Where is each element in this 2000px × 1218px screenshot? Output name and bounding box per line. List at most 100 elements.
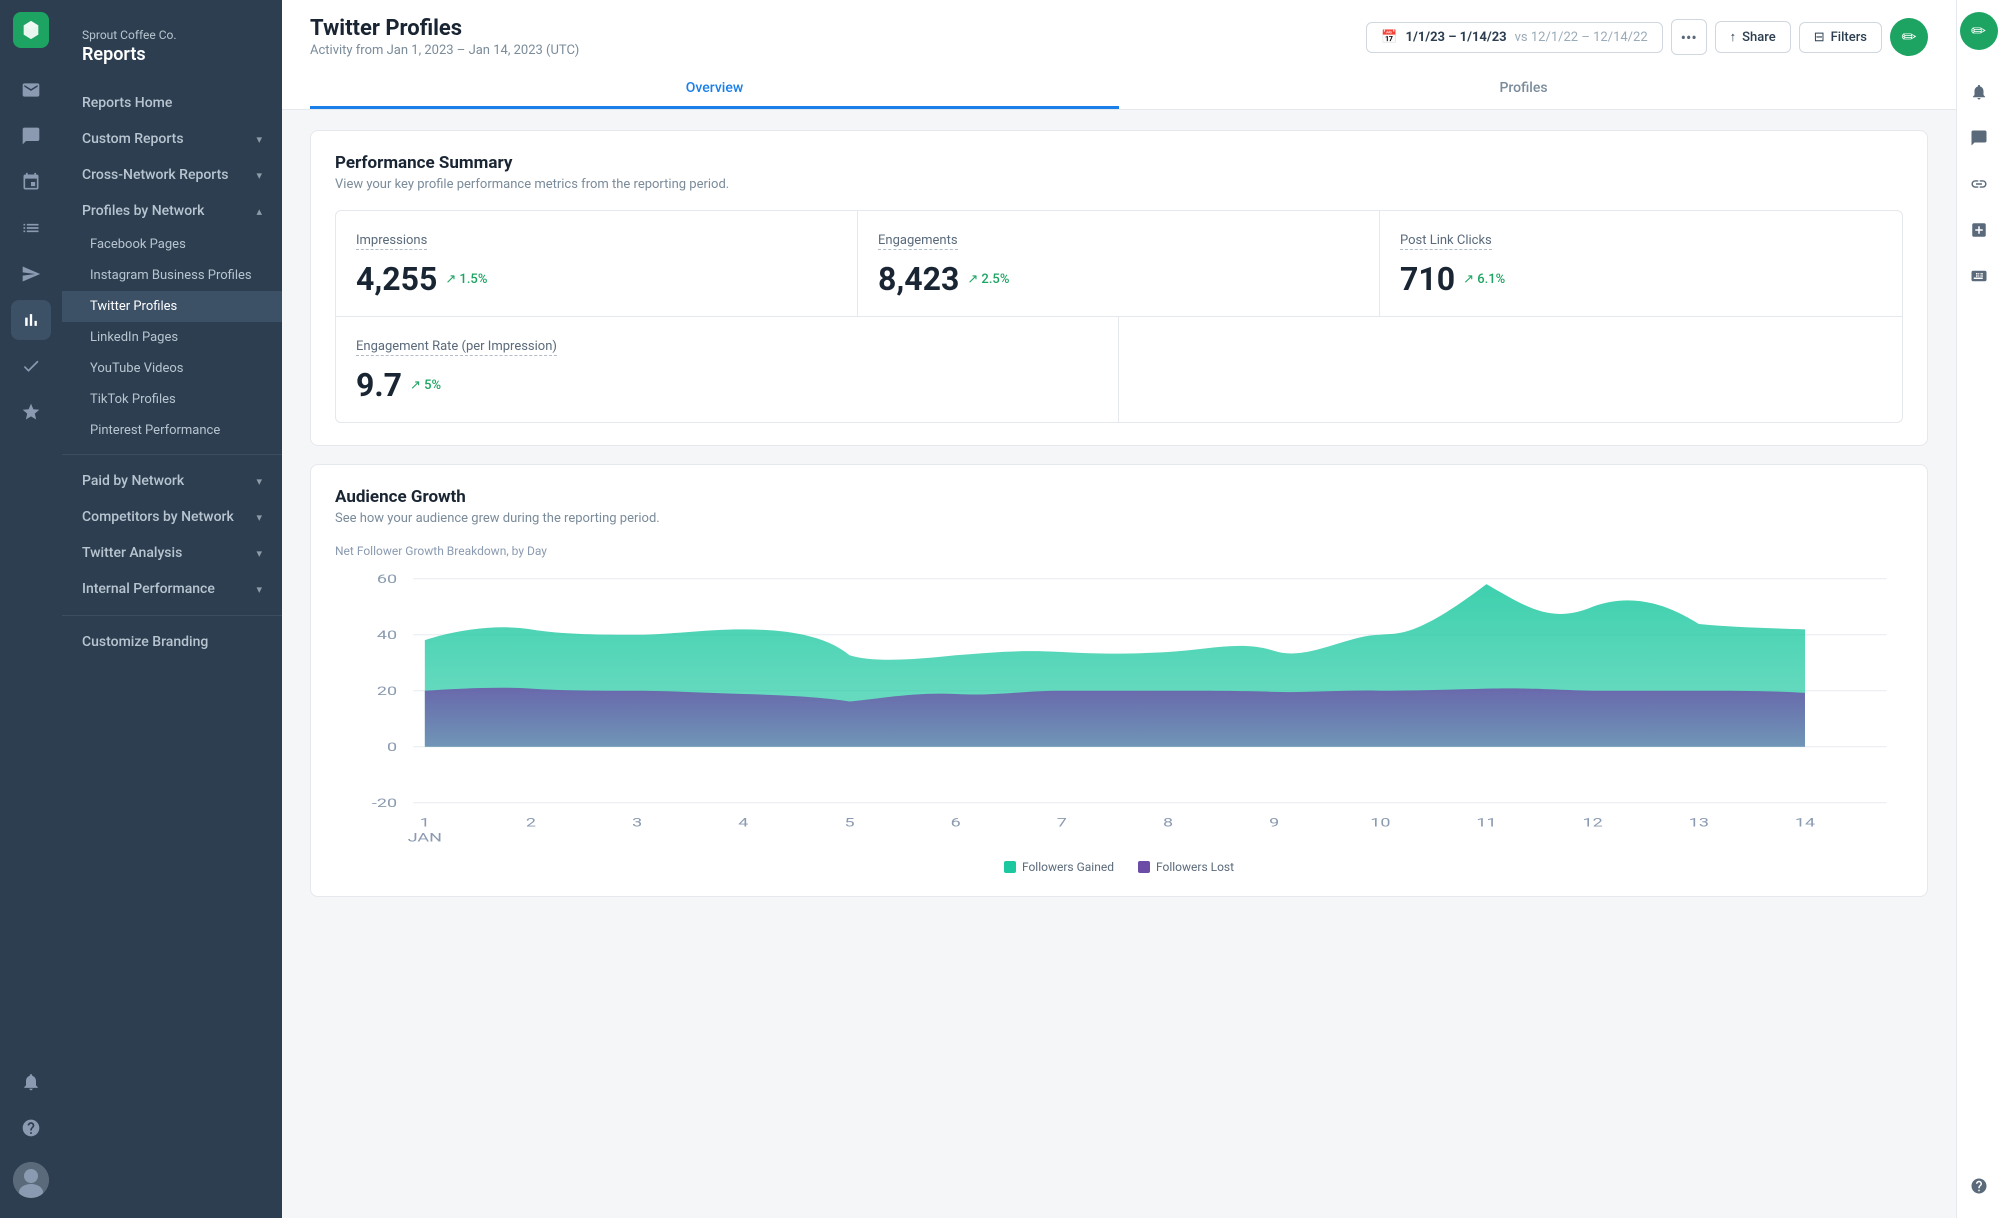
legend-lost: Followers Lost [1138,860,1234,874]
right-rail: ✏ [1956,0,2000,1218]
page-subtitle: Activity from Jan 1, 2023 – Jan 14, 2023… [310,43,579,58]
sidebar-item-instagram-business[interactable]: Instagram Business Profiles [62,260,282,291]
share-icon: ↑ [1730,29,1737,45]
calendar-icon: 📅 [1381,30,1397,45]
post-link-clicks-change: ↗ 6.1% [1463,272,1505,287]
date-comparison: vs 12/1/22 – 12/14/22 [1515,30,1648,45]
svg-text:20: 20 [377,684,397,698]
svg-text:60: 60 [377,572,397,586]
engagement-rate-value: 9.7 ↗ 5% [356,366,1098,404]
app-section-title: Reports [82,44,262,65]
chevron-down-icon: ▾ [256,133,262,146]
engagements-value: 8,423 ↗ 2.5% [878,260,1359,298]
svg-text:11: 11 [1476,816,1496,830]
svg-text:2: 2 [526,816,536,830]
nav-list-icon[interactable] [11,208,51,248]
chart-label: Net Follower Growth Breakdown, by Day [335,544,1903,558]
metric-post-link-clicks: Post Link Clicks 710 ↗ 6.1% [1380,211,1902,316]
audience-growth-title: Audience Growth [335,487,1903,507]
sidebar-item-customize-branding[interactable]: Customize Branding [62,624,282,660]
performance-subtitle: View your key profile performance metric… [335,177,1903,192]
metric-empty [1119,316,1902,422]
tab-bar: Overview Profiles [310,70,1928,109]
tab-profiles[interactable]: Profiles [1119,70,1928,109]
metric-engagements: Engagements 8,423 ↗ 2.5% [858,211,1380,316]
nav-pin-icon[interactable] [11,162,51,202]
page-title: Twitter Profiles [310,16,579,41]
app-logo[interactable] [13,12,49,48]
sidebar-item-linkedin-pages[interactable]: LinkedIn Pages [62,322,282,353]
right-compose-icon: ✏ [1971,21,1986,42]
user-avatar[interactable] [13,1162,49,1198]
sidebar-item-reports-home[interactable]: Reports Home [62,85,282,121]
share-button[interactable]: ↑ Share [1715,21,1791,53]
sidebar-item-twitter-profiles[interactable]: Twitter Profiles [62,291,282,322]
more-options-button[interactable]: ••• [1671,19,1707,55]
customize-branding-label: Customize Branding [82,634,208,650]
chart-svg: 60 40 20 0 -20 [335,568,1903,848]
sidebar-item-cross-network[interactable]: Cross-Network Reports ▾ [62,157,282,193]
right-compose-button[interactable]: ✏ [1960,12,1998,50]
twitter-analysis-label: Twitter Analysis [82,545,182,561]
svg-text:JAN: JAN [408,831,442,845]
right-help-icon[interactable] [1959,1166,1999,1206]
nav-alert-icon[interactable] [11,1062,51,1102]
gained-legend-dot [1004,861,1016,873]
filters-label: Filters [1831,30,1867,45]
engagement-rate-change: ↗ 5% [410,378,441,393]
right-link-icon[interactable] [1959,164,1999,204]
post-link-clicks-label: Post Link Clicks [1400,233,1492,250]
chevron-down-icon: ▾ [256,583,262,596]
reports-home-label: Reports Home [82,95,172,111]
date-range-picker[interactable]: 📅 1/1/23 – 1/14/23 vs 12/1/22 – 12/14/22 [1366,22,1662,53]
page-title-group: Twitter Profiles Activity from Jan 1, 20… [310,16,579,58]
right-alert-icon[interactable] [1959,72,1999,112]
sidebar-item-twitter-analysis[interactable]: Twitter Analysis ▾ [62,535,282,571]
nav-inbox-icon[interactable] [11,70,51,110]
nav-star-icon[interactable] [11,392,51,432]
right-keyboard-icon[interactable] [1959,256,1999,296]
tab-overview[interactable]: Overview [310,70,1119,109]
svg-text:14: 14 [1795,816,1816,830]
svg-text:1: 1 [420,816,430,830]
performance-title: Performance Summary [335,153,1903,173]
svg-text:6: 6 [951,816,961,830]
sidebar-item-paid-by-network[interactable]: Paid by Network ▾ [62,463,282,499]
icon-rail [0,0,62,1218]
lost-legend-label: Followers Lost [1156,860,1234,874]
audience-growth-subtitle: See how your audience grew during the re… [335,511,1903,526]
right-message-icon[interactable] [1959,118,1999,158]
metrics-grid-row1: Impressions 4,255 ↗ 1.5% Engagements 8,4… [336,211,1902,316]
svg-text:9: 9 [1269,816,1279,830]
sidebar-item-profiles-by-network[interactable]: Profiles by Network ▴ [62,193,282,229]
svg-text:12: 12 [1583,816,1603,830]
audience-growth-chart: 60 40 20 0 -20 [335,568,1903,848]
custom-reports-label: Custom Reports [82,131,184,147]
nav-analytics-icon[interactable] [11,300,51,340]
nav-tasks-icon[interactable] [11,346,51,386]
internal-performance-label: Internal Performance [82,581,215,597]
sidebar-item-tiktok-profiles[interactable]: TikTok Profiles [62,384,282,415]
sidebar-item-youtube-videos[interactable]: YouTube Videos [62,353,282,384]
profiles-by-network-label: Profiles by Network [82,203,204,219]
sidebar-item-custom-reports[interactable]: Custom Reports ▾ [62,121,282,157]
filters-button[interactable]: ⊟ Filters [1799,22,1882,53]
chart-legend: Followers Gained Followers Lost [335,860,1903,874]
right-add-icon[interactable] [1959,210,1999,250]
nav-send-icon[interactable] [11,254,51,294]
engagement-rate-label: Engagement Rate (per Impression) [356,339,557,356]
compose-button[interactable]: ✏ [1890,18,1928,56]
sidebar-item-competitors-by-network[interactable]: Competitors by Network ▾ [62,499,282,535]
sidebar-item-facebook-pages[interactable]: Facebook Pages [62,229,282,260]
competitors-label: Competitors by Network [82,509,234,525]
more-icon: ••• [1681,28,1697,47]
chevron-down-icon: ▾ [256,511,262,524]
impressions-value: 4,255 ↗ 1.5% [356,260,837,298]
svg-text:3: 3 [632,816,642,830]
sidebar-item-pinterest-performance[interactable]: Pinterest Performance [62,415,282,446]
chevron-down-icon: ▾ [256,169,262,182]
svg-text:7: 7 [1057,816,1067,830]
sidebar-item-internal-performance[interactable]: Internal Performance ▾ [62,571,282,607]
nav-help-icon[interactable] [11,1108,51,1148]
nav-messages-icon[interactable] [11,116,51,156]
